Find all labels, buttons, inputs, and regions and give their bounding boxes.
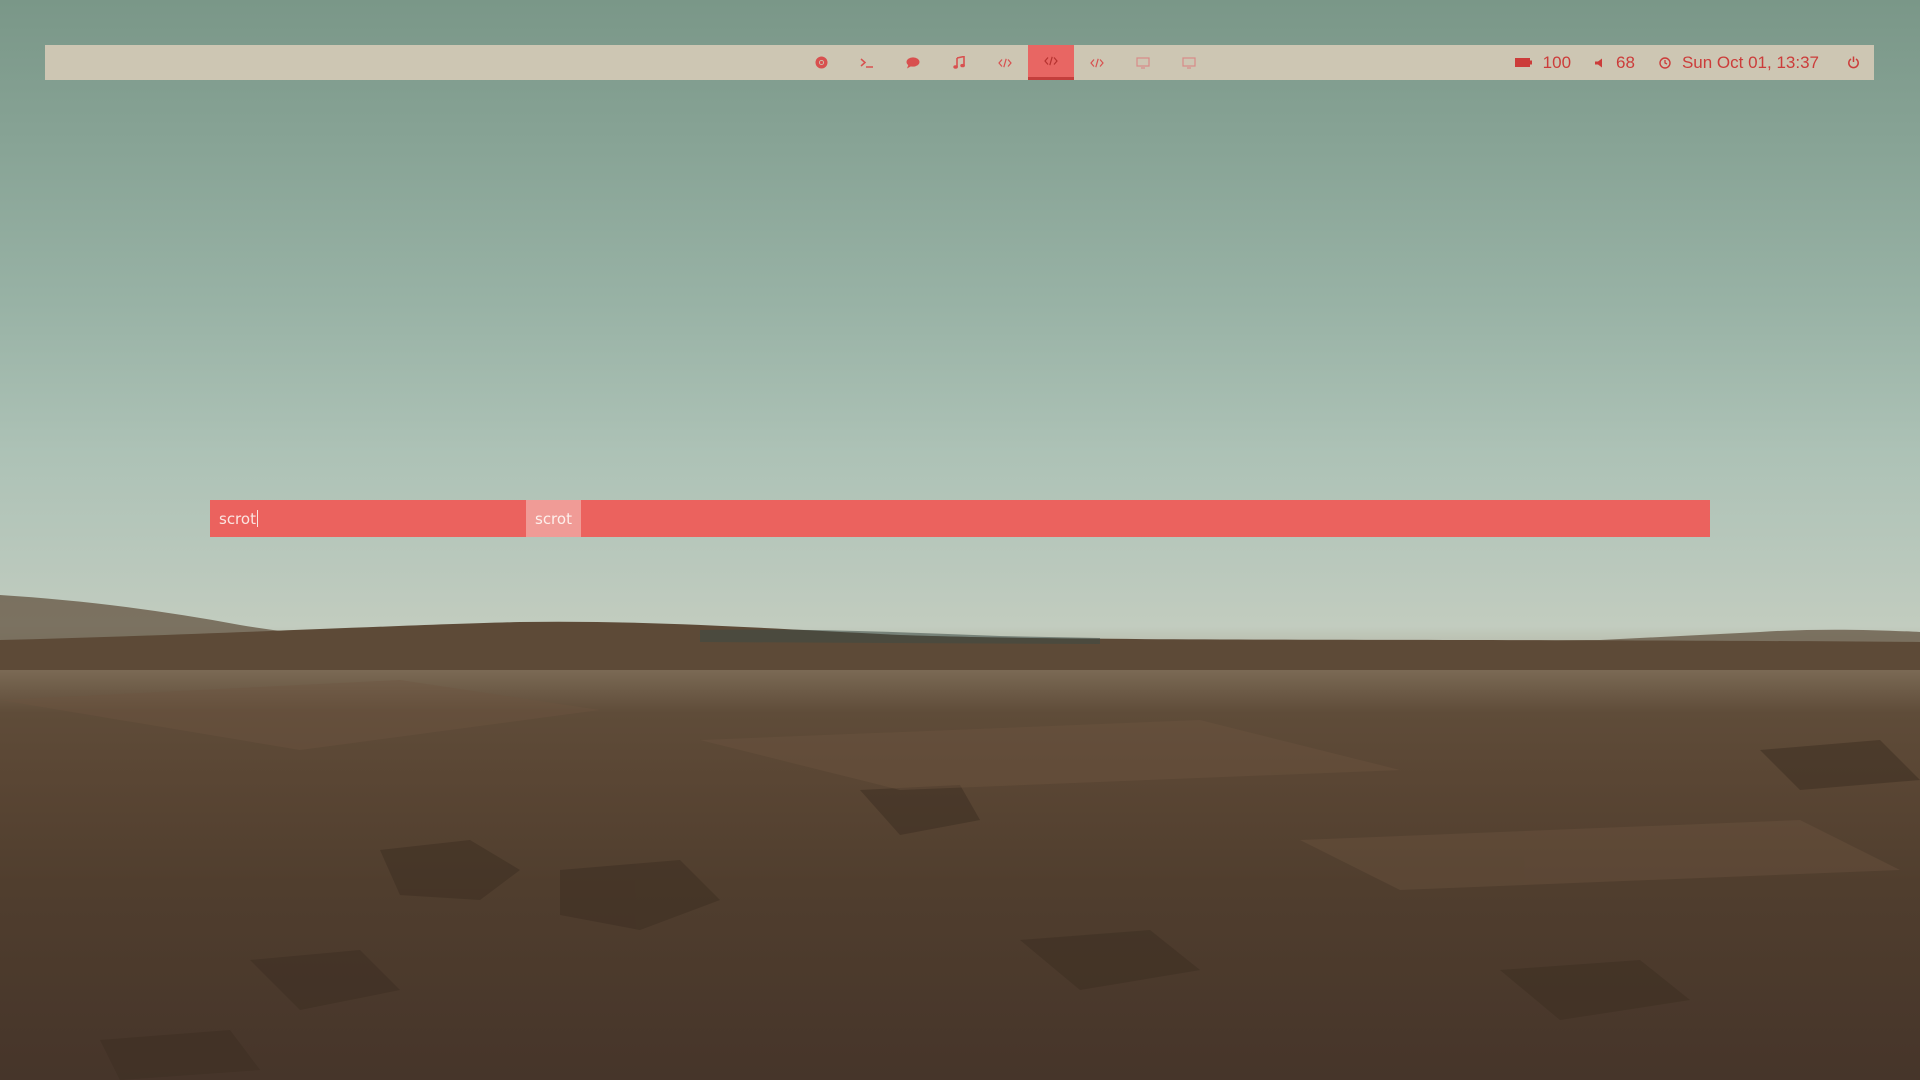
launcher-result-label: scrot xyxy=(535,509,572,528)
launcher-result-selected[interactable]: scrot xyxy=(526,500,581,537)
clock-indicator[interactable]: Sun Oct 01, 13:37 xyxy=(1659,53,1819,73)
volume-indicator[interactable]: 68 xyxy=(1595,53,1635,73)
workspace-chat[interactable] xyxy=(890,45,936,80)
workspace-code-2-active[interactable] xyxy=(1028,45,1074,80)
status-area: 100 68 Sun Oct 01, 13:37 xyxy=(1514,45,1874,80)
battery-indicator[interactable]: 100 xyxy=(1514,52,1572,73)
code-icon xyxy=(998,58,1012,67)
launcher-input-text: scrot xyxy=(219,509,256,528)
music-icon xyxy=(953,56,965,69)
workspace-chrome[interactable] xyxy=(798,45,844,80)
chat-icon xyxy=(906,56,920,68)
chrome-icon xyxy=(815,56,827,69)
workspace-code-3[interactable] xyxy=(1074,45,1120,80)
volume-value: 68 xyxy=(1616,52,1635,72)
workspace-code-1[interactable] xyxy=(982,45,1028,80)
terminal-icon xyxy=(860,57,873,68)
app-launcher: scrot scrot xyxy=(210,500,1710,537)
datetime-value: Sun Oct 01, 13:37 xyxy=(1681,52,1819,72)
terrain xyxy=(0,680,1920,1080)
workspace-terminal[interactable] xyxy=(844,45,890,80)
text-caret xyxy=(256,510,258,527)
top-bar: 100 68 Sun Oct 01, 13:37 xyxy=(45,45,1874,80)
monitor-icon xyxy=(1182,56,1196,69)
battery-icon xyxy=(1514,58,1532,67)
code-icon xyxy=(1090,58,1104,67)
volume-icon xyxy=(1595,58,1603,67)
clock-icon xyxy=(1659,56,1671,69)
power-button[interactable] xyxy=(1847,56,1860,69)
launcher-input[interactable]: scrot xyxy=(210,500,526,537)
workspace-monitor-2[interactable] xyxy=(1166,45,1212,80)
workspace-switcher xyxy=(798,45,1212,80)
workspace-music[interactable] xyxy=(936,45,982,80)
power-icon xyxy=(1848,56,1859,69)
workspace-monitor-1[interactable] xyxy=(1120,45,1166,80)
code-icon xyxy=(1044,56,1058,66)
launcher-results-area xyxy=(581,500,1710,537)
battery-value: 100 xyxy=(1542,52,1572,72)
desktop: 100 68 Sun Oct 01, 13:37 scrot scrot xyxy=(0,0,1920,1080)
monitor-icon xyxy=(1136,56,1150,69)
